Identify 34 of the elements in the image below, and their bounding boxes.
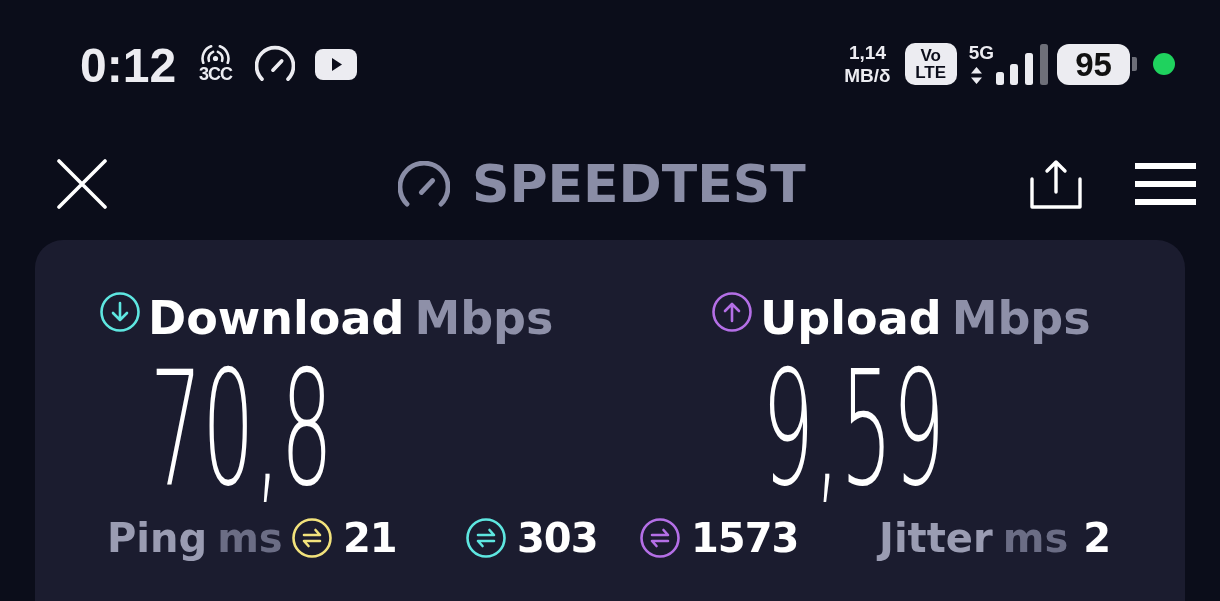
jitter-unit: ms	[1002, 516, 1069, 560]
result-label: Download	[148, 294, 405, 342]
result-label: Upload	[760, 294, 942, 342]
close-icon	[57, 159, 107, 209]
menu-icon	[1135, 163, 1196, 205]
result-unit: Mbps	[414, 294, 554, 342]
share-icon	[1030, 159, 1082, 209]
result-value: 9,59	[762, 354, 945, 504]
ping-label: Ping	[107, 516, 208, 560]
hotspot-icon	[201, 45, 231, 64]
hotspot-label: 3CC	[199, 66, 233, 83]
status-time: 0:12	[80, 42, 177, 90]
latency-value: 21	[343, 516, 397, 560]
latency-value: 303	[517, 516, 598, 560]
result-value: 70,8	[150, 354, 333, 504]
signal-icon	[996, 43, 1048, 85]
share-button[interactable]	[1030, 159, 1082, 209]
speedometer-icon	[398, 160, 450, 208]
latency-value: 1573	[691, 516, 799, 560]
data-speed-value: 1,14	[848, 41, 886, 64]
app-title: SPEEDTEST	[472, 158, 806, 210]
speedometer-icon	[255, 45, 296, 83]
network-type-label: 5G	[968, 43, 994, 61]
indicator-dot-icon	[1153, 53, 1175, 75]
data-speed-unit: MB/δ	[844, 64, 891, 87]
close-button[interactable]	[57, 159, 107, 209]
battery-indicator: 95	[1057, 43, 1137, 85]
play-icon	[315, 48, 358, 80]
menu-button[interactable]	[1135, 163, 1196, 205]
result-unit: Mbps	[951, 294, 1091, 342]
ping-unit: ms	[217, 516, 283, 560]
volte-badge: Vo LTE	[904, 43, 957, 85]
data-arrows-icon	[970, 66, 982, 84]
jitter-value: 2	[1083, 516, 1112, 560]
